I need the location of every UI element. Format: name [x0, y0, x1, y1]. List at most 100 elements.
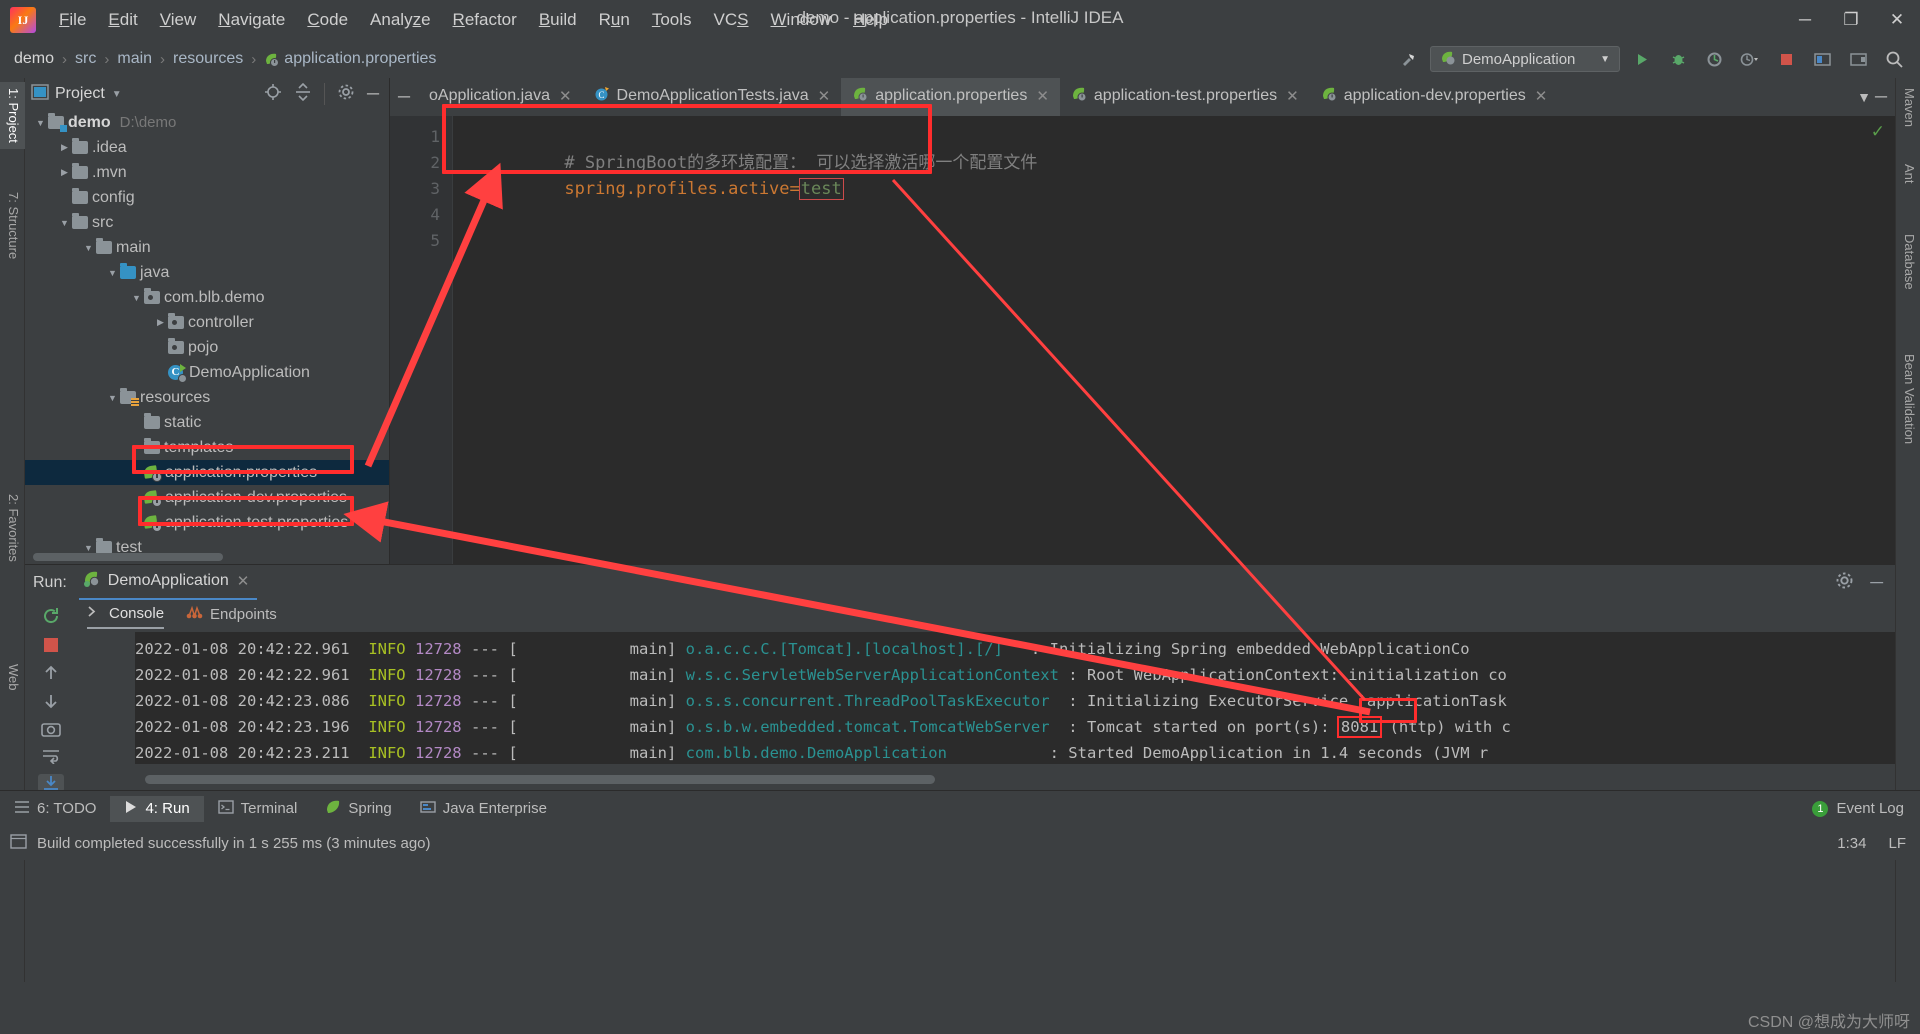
menu-refactor[interactable]: Refactor [442, 6, 528, 34]
chevron-down-icon[interactable]: ▼ [57, 218, 72, 228]
close-icon[interactable]: ✕ [1036, 87, 1049, 105]
bottom-tab-terminal[interactable]: Terminal [204, 796, 312, 822]
tree-node-controller[interactable]: ▶ controller [25, 310, 389, 335]
minimize-button[interactable]: ─ [1782, 0, 1828, 40]
menu-tools[interactable]: Tools [641, 6, 703, 34]
line-separator[interactable]: LF [1888, 835, 1906, 852]
menu-window[interactable]: Window [760, 6, 842, 34]
bottom-tab-spring[interactable]: Spring [311, 795, 405, 823]
tool-tab-maven[interactable]: Maven [1896, 82, 1920, 133]
tool-tab-ant[interactable]: Ant [1896, 158, 1920, 190]
chevron-down-icon[interactable]: ▼ [81, 543, 96, 553]
tool-tab-favorites[interactable]: 2: Favorites [0, 488, 25, 568]
collapse-all-icon[interactable] [294, 82, 312, 105]
bottom-tab-java-enterprise[interactable]: Java Enterprise [406, 796, 561, 822]
inspection-status-icon[interactable]: ✓ [1871, 122, 1885, 142]
menu-analyze[interactable]: Analyze [359, 6, 442, 34]
chevron-right-icon[interactable]: ▶ [153, 317, 168, 328]
code-content[interactable]: # SpringBoot的多环境配置： 可以选择激活哪一个配置文件 spring… [452, 116, 1895, 564]
tab-endpoints[interactable]: Endpoints [186, 605, 277, 628]
tab-console[interactable]: Console [87, 604, 165, 629]
tree-node-src[interactable]: ▼ src [25, 210, 389, 235]
tree-node-application-dev-properties[interactable]: ▶ application-dev.properties [25, 485, 389, 510]
breadcrumb-item-src[interactable]: src [75, 50, 96, 68]
breadcrumb-item-main[interactable]: main [117, 50, 152, 68]
tree-node-resources[interactable]: ▼ resources [25, 385, 389, 410]
soft-wrap-icon[interactable] [38, 748, 64, 764]
tree-node-idea[interactable]: ▶ .idea [25, 135, 389, 160]
chevron-down-icon[interactable]: ▼ [112, 89, 122, 100]
menu-edit[interactable]: Edit [97, 6, 148, 34]
rerun-icon[interactable] [38, 606, 64, 626]
tree-node-application-test-properties[interactable]: ▶ application-test.properties [25, 510, 389, 535]
run-button[interactable] [1628, 46, 1656, 72]
close-icon[interactable]: ✕ [237, 572, 250, 590]
tree-node-mvn[interactable]: ▶ .mvn [25, 160, 389, 185]
caret-position[interactable]: 1:34 [1837, 835, 1866, 852]
run-configuration-selector[interactable]: DemoApplication ▼ [1430, 46, 1620, 72]
search-icon[interactable] [1880, 46, 1908, 72]
close-icon[interactable]: ✕ [1286, 87, 1299, 105]
close-button[interactable]: ✕ [1874, 0, 1920, 40]
tool-tab-database[interactable]: Database [1896, 228, 1920, 296]
close-icon[interactable]: ✕ [1535, 87, 1548, 105]
tree-node-demoapplication[interactable]: ▶ C DemoApplication [25, 360, 389, 385]
editor-tab-oapplication-java[interactable]: oApplication.java ✕ [418, 78, 583, 116]
tree-node-pojo[interactable]: ▶ pojo [25, 335, 389, 360]
tool-tab-project[interactable]: 1: Project [0, 82, 25, 149]
tree-node-templates[interactable]: ▶ templates [25, 435, 389, 460]
stop-button[interactable] [1772, 46, 1800, 72]
menu-build[interactable]: Build [528, 6, 588, 34]
maximize-button[interactable]: ❐ [1828, 0, 1874, 40]
menu-run[interactable]: Run [588, 6, 641, 34]
breadcrumb-item-resources[interactable]: resources [173, 50, 243, 68]
menu-vcs[interactable]: VCS [703, 6, 760, 34]
bottom-tab-todo[interactable]: 6: TODO [0, 796, 110, 822]
event-log-label[interactable]: Event Log [1836, 800, 1904, 817]
chevron-down-icon[interactable]: ▼ [1857, 89, 1871, 105]
locate-icon[interactable] [264, 83, 282, 105]
tree-node-application-properties[interactable]: ▶ application.properties [25, 460, 389, 485]
updating-app-icon[interactable] [1808, 46, 1836, 72]
chevron-down-icon[interactable]: ▼ [105, 268, 120, 278]
menu-file[interactable]: File [48, 6, 97, 34]
editor-tab-application-test-properties[interactable]: application-test.properties ✕ [1060, 78, 1310, 116]
chevron-right-icon[interactable]: ▶ [57, 167, 72, 178]
build-icon[interactable] [1394, 46, 1422, 72]
chevron-down-icon[interactable]: ▼ [129, 293, 144, 303]
chevron-down-icon[interactable]: ▼ [105, 393, 120, 403]
tree-node-package[interactable]: ▼ com.blb.demo [25, 285, 389, 310]
run-with-coverage-button[interactable] [1700, 46, 1728, 72]
select-opened-file-icon[interactable] [1844, 46, 1872, 72]
menu-help[interactable]: Help [842, 6, 899, 34]
hide-panel-icon[interactable]: ─ [1870, 572, 1883, 593]
tree-node-static[interactable]: ▶ static [25, 410, 389, 435]
close-icon[interactable]: ✕ [818, 87, 831, 105]
hide-editor-tabs-icon[interactable]: ─ [390, 78, 418, 116]
bottom-tab-run[interactable]: 4: Run [110, 795, 204, 822]
tool-tab-web[interactable]: Web [0, 658, 25, 697]
hide-icon[interactable]: ─ [1875, 87, 1887, 107]
close-icon[interactable]: ✕ [559, 87, 572, 105]
editor-tab-application-dev-properties[interactable]: application-dev.properties ✕ [1310, 78, 1559, 116]
project-tree-horizontal-scrollbar[interactable] [33, 553, 223, 561]
menu-view[interactable]: View [149, 6, 208, 34]
tree-node-main[interactable]: ▼ main [25, 235, 389, 260]
console-output[interactable]: 2022-01-08 20:42:22.961 INFO 12728 --- [… [135, 632, 1895, 764]
chevron-right-icon[interactable]: ▶ [57, 142, 72, 153]
breadcrumb-item-demo[interactable]: demo [14, 50, 54, 68]
tree-node-java[interactable]: ▼ java [25, 260, 389, 285]
tree-node-demo[interactable]: ▼ demo D:\demo [25, 110, 389, 135]
tool-tab-bean-validation[interactable]: Bean Validation [1896, 348, 1920, 450]
console-horizontal-scrollbar[interactable] [135, 775, 1885, 784]
tree-node-config[interactable]: ▶ config [25, 185, 389, 210]
gear-icon[interactable] [323, 83, 355, 105]
profiler-button[interactable] [1736, 46, 1764, 72]
debug-button[interactable] [1664, 46, 1692, 72]
up-arrow-icon[interactable] [38, 664, 64, 682]
tool-tab-structure[interactable]: 7: Structure [0, 186, 25, 265]
code-editor[interactable]: 1 2 3 4 5 # SpringBoot的多环境配置： 可以选择激活哪一个配… [390, 116, 1895, 564]
menu-navigate[interactable]: Navigate [207, 6, 296, 34]
gear-icon[interactable] [1835, 571, 1854, 595]
menu-code[interactable]: Code [296, 6, 359, 34]
